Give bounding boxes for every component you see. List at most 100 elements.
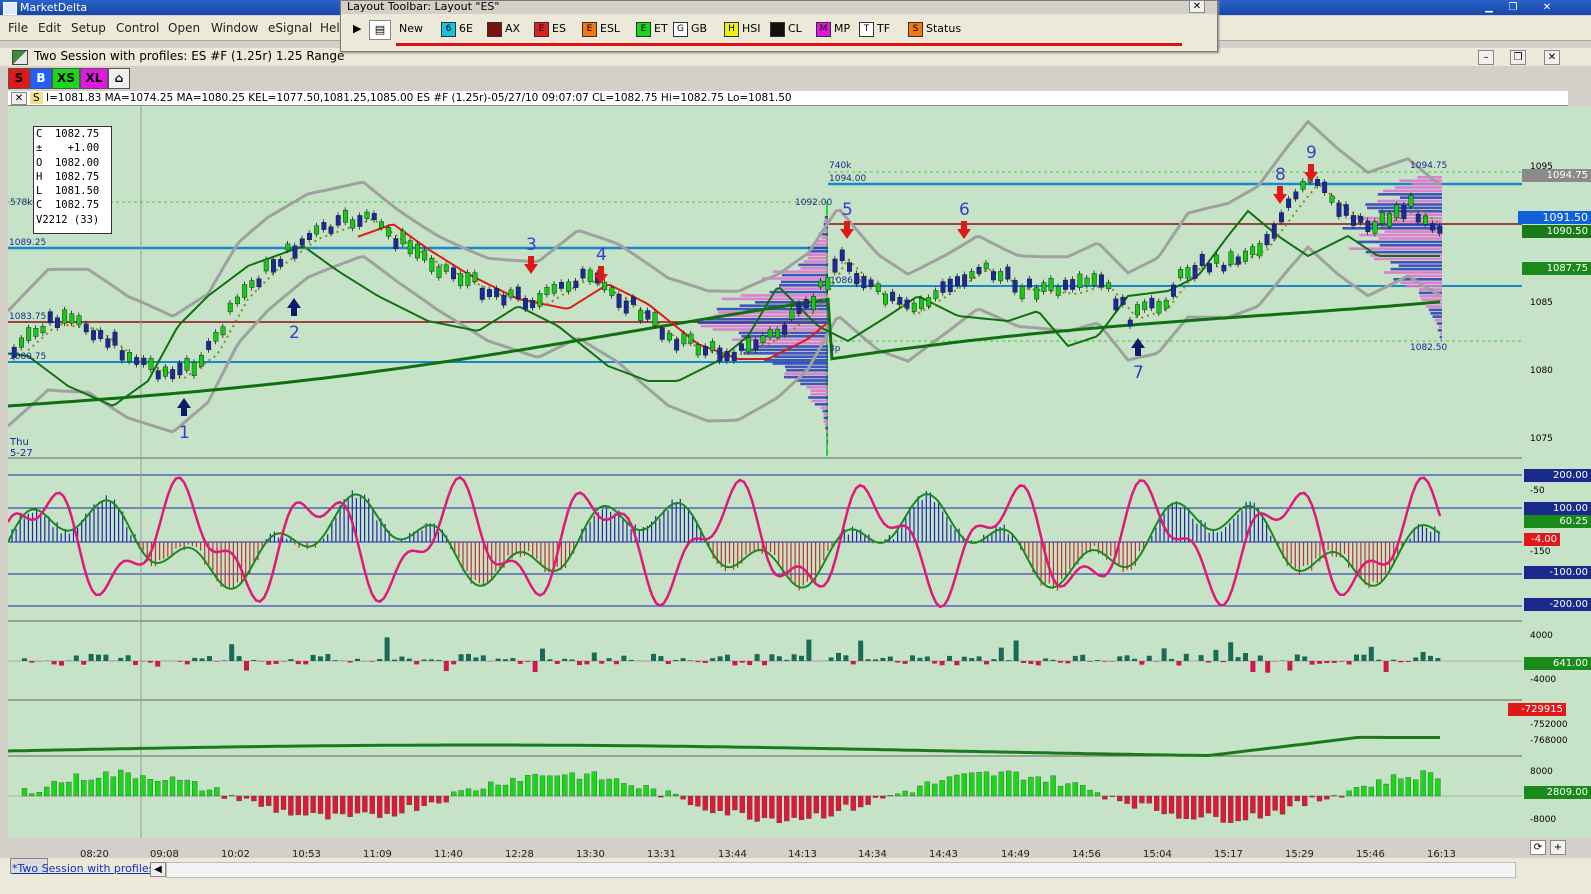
- candle: [472, 272, 478, 282]
- delta-histogram-bar: [36, 792, 42, 797]
- delta-histogram-bar: [1309, 795, 1315, 798]
- delta-volume-bar: [51, 661, 57, 665]
- size-button-xl[interactable]: XL: [80, 68, 108, 89]
- delta-volume-bar: [273, 661, 279, 664]
- layout-button-cl[interactable]: CL: [770, 20, 802, 38]
- layout-button-6e[interactable]: 6 6E: [441, 20, 473, 38]
- play-icon[interactable]: ▶: [353, 20, 361, 38]
- menu-esignal[interactable]: eSignal: [268, 21, 312, 35]
- profile-bar: [826, 430, 828, 433]
- layout-button-et[interactable]: E ET: [636, 20, 668, 38]
- candle: [796, 302, 802, 315]
- delta-volume-bar: [562, 658, 568, 661]
- candle: [623, 300, 629, 314]
- delta-histogram-bar: [532, 774, 538, 797]
- delta-histogram-bar: [421, 795, 427, 806]
- s-badge[interactable]: S: [30, 92, 43, 104]
- delta-histogram-bar: [584, 773, 590, 797]
- size-button-s[interactable]: S: [8, 68, 30, 89]
- profile-bar: [697, 321, 828, 324]
- delta-histogram-bar: [258, 795, 264, 807]
- layout-button-es[interactable]: E ES: [534, 20, 566, 38]
- delta-volume-bar: [1161, 648, 1167, 661]
- delta-volume-bar: [177, 661, 183, 662]
- chart-area[interactable]: 1 2 3 4 5 6 7 89: [6, 106, 1522, 838]
- layout-button-tf[interactable]: T TF: [859, 20, 890, 38]
- delta-histogram-bar: [1413, 779, 1419, 797]
- candle: [126, 352, 132, 362]
- delta-histogram-bar: [414, 795, 420, 811]
- delta-volume-bar: [1302, 656, 1308, 661]
- delta-volume-bar: [614, 661, 619, 665]
- candle: [90, 330, 96, 341]
- profile-bar: [826, 433, 828, 437]
- menu-open[interactable]: Open: [168, 21, 200, 35]
- candle: [782, 324, 788, 335]
- menu-control[interactable]: Control: [116, 21, 159, 35]
- candle: [739, 343, 744, 351]
- candle: [767, 329, 773, 338]
- delta-volume-bar: [1213, 649, 1219, 661]
- chart-close-icon[interactable]: ✕: [1544, 50, 1560, 65]
- candle: [897, 297, 903, 305]
- annotation-label: 1: [179, 423, 190, 443]
- horizontal-scrollbar[interactable]: [166, 862, 1516, 878]
- layout-button-hsi[interactable]: H HSI: [724, 20, 761, 38]
- layout-button-mp[interactable]: M MP: [816, 20, 850, 38]
- new-layout-icon[interactable]: ▤: [369, 20, 391, 40]
- delta-histogram-bar: [384, 795, 390, 814]
- profile-bar: [1399, 196, 1442, 199]
- profile-bar: [823, 413, 828, 416]
- plus-icon[interactable]: +: [1550, 840, 1566, 855]
- profile-bar: [1379, 244, 1442, 247]
- menu-file[interactable]: File: [8, 21, 28, 35]
- layout-button-ax[interactable]: AX: [487, 20, 520, 38]
- maximize-icon[interactable]: ❐: [1506, 2, 1520, 13]
- close-icon[interactable]: ✕: [1540, 2, 1554, 13]
- delta-axis-label: -8000: [1530, 815, 1557, 825]
- tab-two-session[interactable]: *Two Session with profiles: [12, 862, 154, 875]
- delta-volume-bar: [895, 661, 901, 663]
- candle: [1156, 301, 1162, 314]
- new-button[interactable]: New: [399, 20, 423, 38]
- layout-toolbar-close-icon[interactable]: ✕: [1189, 0, 1205, 13]
- scroll-left-icon[interactable]: ◀: [150, 862, 166, 877]
- candle: [1170, 284, 1176, 297]
- close-x-icon[interactable]: ✕: [11, 92, 27, 105]
- layout-button-gb[interactable]: G GB: [673, 20, 707, 38]
- profile-bar: [700, 318, 828, 321]
- size-button-xs[interactable]: XS: [52, 68, 80, 89]
- delta-histogram-bar: [1427, 772, 1434, 797]
- layout-button-esl[interactable]: E ESL: [582, 20, 620, 38]
- minimize-icon[interactable]: ▁: [1482, 2, 1496, 13]
- candle: [1372, 221, 1378, 234]
- candle: [422, 249, 428, 261]
- delta-histogram-bar: [21, 788, 28, 797]
- candle: [328, 226, 334, 234]
- delta-histogram-bar: [1353, 787, 1360, 797]
- layout-button-status[interactable]: S Status: [908, 20, 961, 38]
- profile-bar: [1373, 257, 1442, 261]
- delta-volume-bar: [665, 661, 671, 665]
- chart-restore-icon[interactable]: ❐: [1510, 50, 1526, 65]
- candle: [688, 333, 694, 344]
- menu-window[interactable]: Window: [211, 21, 258, 35]
- delta-volume-bar: [1383, 661, 1389, 672]
- candle: [415, 244, 420, 259]
- annotation-label: 6: [959, 200, 970, 220]
- menu-edit[interactable]: Edit: [38, 21, 61, 35]
- candle: [940, 281, 946, 293]
- house-icon[interactable]: ⌂: [108, 68, 130, 89]
- ohlc-row: O 1082.00: [36, 156, 100, 169]
- delta-volume-bar: [673, 659, 679, 661]
- chart-minimize-icon[interactable]: –: [1478, 50, 1494, 65]
- size-button-b[interactable]: B: [30, 68, 52, 89]
- delta-histogram-bar: [613, 778, 620, 797]
- refresh-icon[interactable]: ⟳: [1530, 840, 1546, 855]
- candle: [1350, 215, 1356, 226]
- left-label: 578k: [10, 198, 33, 208]
- candle: [1401, 204, 1407, 220]
- osc-tag: 100.00: [1524, 502, 1591, 515]
- chart-window-title: Two Session with profiles: ES #F (1.25r)…: [34, 49, 345, 63]
- menu-setup[interactable]: Setup: [71, 21, 106, 35]
